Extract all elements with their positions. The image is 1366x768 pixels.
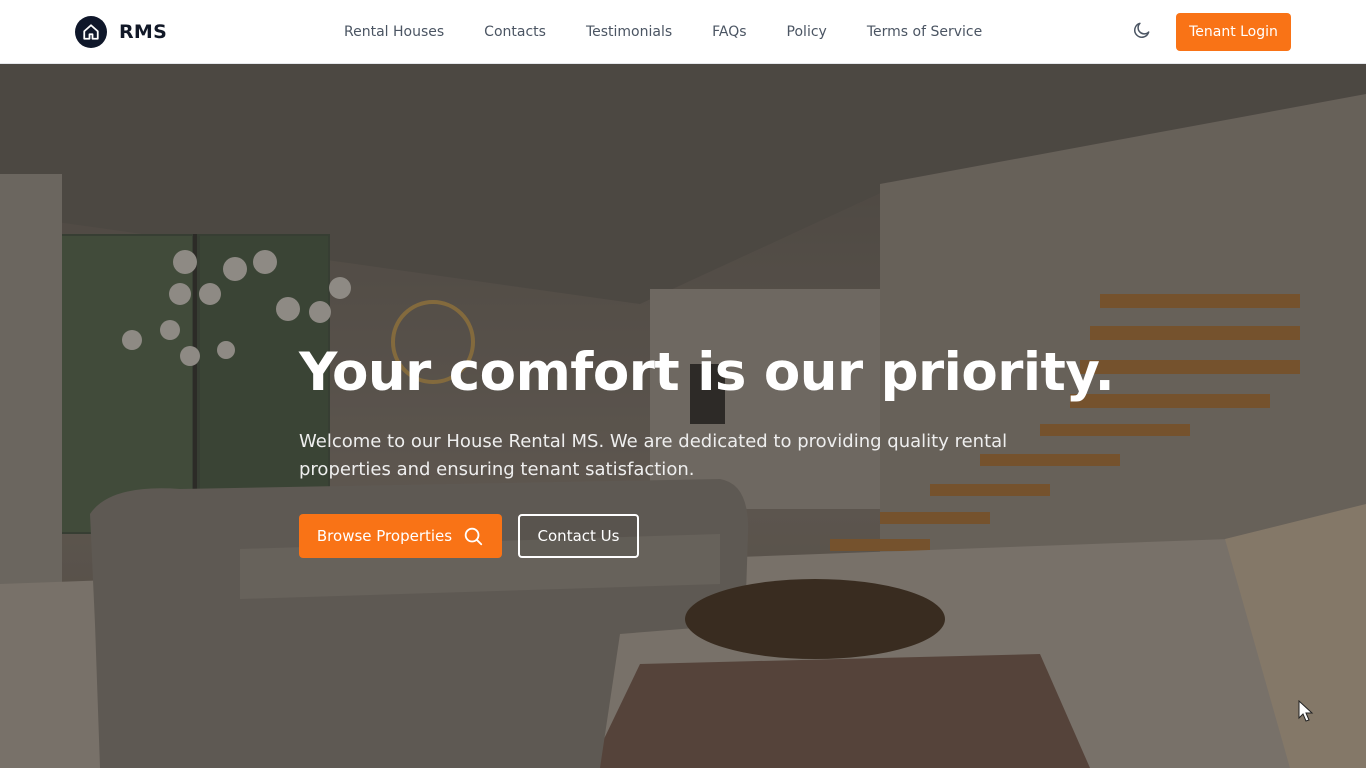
browse-properties-button[interactable]: Browse Properties: [299, 514, 502, 558]
mouse-cursor-icon: [1298, 699, 1314, 728]
browse-properties-label: Browse Properties: [316, 527, 453, 545]
hero-content: Your comfort is our priority. Welcome to…: [299, 340, 1115, 558]
nav-contacts[interactable]: Contacts: [484, 24, 546, 40]
main-nav: Rental Houses Contacts Testimonials FAQs…: [344, 0, 1022, 64]
brand[interactable]: RMS: [75, 16, 167, 48]
moon-icon: [1132, 20, 1152, 44]
theme-toggle-button[interactable]: [1130, 20, 1154, 44]
nav-testimonials[interactable]: Testimonials: [586, 24, 672, 40]
tenant-login-button[interactable]: Tenant Login: [1176, 13, 1291, 51]
hero-section: Your comfort is our priority. Welcome to…: [0, 64, 1366, 768]
nav-faqs[interactable]: FAQs: [712, 24, 746, 40]
nav-rental-houses[interactable]: Rental Houses: [344, 24, 444, 40]
nav-policy[interactable]: Policy: [787, 24, 827, 40]
brand-name: RMS: [119, 21, 168, 43]
house-icon: [75, 16, 107, 48]
contact-us-button[interactable]: Contact Us: [518, 514, 639, 558]
hero-actions: Browse Properties Contact Us: [299, 514, 1079, 558]
search-icon: [462, 525, 484, 547]
nav-terms-of-service[interactable]: Terms of Service: [867, 24, 982, 40]
hero-title: Your comfort is our priority.: [299, 342, 1115, 403]
site-header: RMS Rental Houses Contacts Testimonials …: [0, 0, 1366, 64]
hero-subtitle: Welcome to our House Rental MS. We are d…: [299, 431, 1008, 480]
